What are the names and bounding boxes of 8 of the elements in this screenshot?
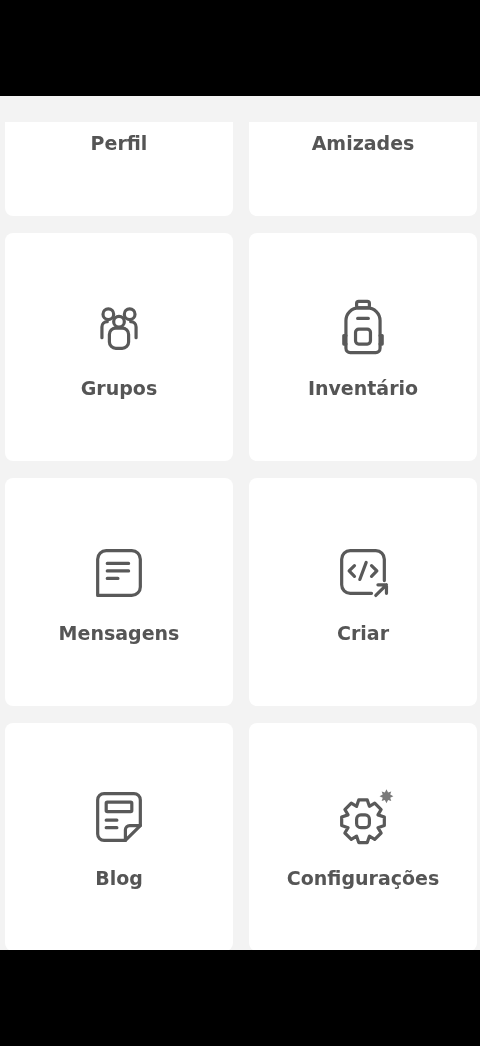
menu-tile[interactable]: Perfil — [5, 122, 233, 216]
menu-tile[interactable]: Configurações — [249, 723, 477, 950]
menu-tile[interactable]: Grupos — [5, 233, 233, 461]
menu-tile[interactable]: Mensagens — [5, 478, 233, 706]
menu-tile[interactable]: Amizades — [249, 122, 477, 216]
menu-tile[interactable]: Criar — [249, 478, 477, 706]
menu-tile[interactable]: Inventário — [249, 233, 477, 461]
menu-tile[interactable]: Blog — [5, 723, 233, 950]
